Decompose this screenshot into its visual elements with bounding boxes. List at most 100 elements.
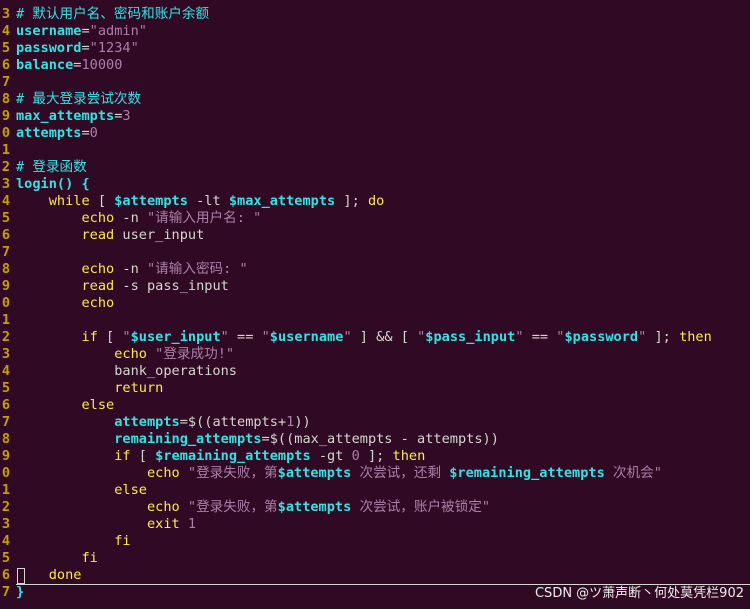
line-number: 4 (1, 533, 10, 549)
code-token: " (261, 329, 270, 345)
line-code: fi (16, 533, 131, 549)
code-line[interactable]: 9 if [ $remaining_attempts -gt 0 ]; then (0, 448, 750, 465)
code-line[interactable]: 1 (0, 142, 750, 159)
line-number: 0 (1, 465, 10, 481)
code-line[interactable]: 7 attempts=$((attempts+1)) (0, 414, 750, 431)
code-line[interactable]: 2 # 登录函数 (0, 159, 750, 176)
code-token: then (392, 448, 426, 464)
code-line[interactable]: 4 username="admin" (0, 23, 750, 40)
code-token: while (48, 193, 90, 209)
code-token: $attempts (277, 465, 352, 481)
code-line[interactable]: 3 login() { (0, 176, 750, 193)
code-token: [ (97, 329, 123, 345)
code-token: # 登录函数 (16, 159, 87, 175)
line-number: 8 (1, 91, 10, 107)
line-number: 3 (1, 516, 10, 532)
code-token: " (122, 329, 131, 345)
code-token: -lt (187, 193, 229, 209)
line-number: 2 (1, 159, 10, 175)
code-token: done (48, 567, 82, 583)
code-line[interactable]: 7 (0, 74, 750, 91)
code-line[interactable]: 6 balance=10000 (0, 57, 750, 74)
line-code: remaining_attempts=$((max_attempts - att… (16, 431, 499, 447)
code-token: max_attempts (16, 108, 115, 124)
code-token: do (367, 193, 385, 209)
code-line[interactable]: 3 exit 1 (0, 516, 750, 533)
code-line[interactable]: 8 remaining_attempts=$((max_attempts - a… (0, 431, 750, 448)
code-line[interactable]: 9 max_attempts=3 (0, 108, 750, 125)
code-editor[interactable]: 3 # 默认用户名、密码和账户余额 4 username="admin" 5 passwo… (0, 0, 750, 609)
code-line[interactable]: 1 else (0, 482, 750, 499)
line-code: attempts=0 (16, 125, 98, 141)
line-code: else (16, 397, 114, 413)
code-token: -s pass_input (114, 278, 229, 294)
code-token: attempts (16, 125, 82, 141)
code-line[interactable]: 5 return (0, 380, 750, 397)
code-line[interactable]: 5 echo -n "请输入用户名: " (0, 210, 750, 227)
code-line[interactable]: 3 # 默认用户名、密码和账户余额 (0, 6, 750, 23)
code-token: "请输入密码: " (146, 261, 248, 277)
code-token: read (81, 227, 115, 243)
code-token: $user_input (130, 329, 221, 345)
code-line[interactable]: 6 done (0, 567, 750, 584)
line-number: 5 (1, 210, 10, 226)
code-token: 次机会" (604, 465, 662, 481)
code-token: 0 (351, 448, 360, 464)
line-number: 6 (1, 567, 10, 583)
line-code: echo -n "请输入用户名: " (16, 210, 261, 226)
code-line[interactable]: 4 bank_operations (0, 363, 750, 380)
code-token: if (81, 329, 98, 345)
code-line[interactable]: 4 fi (0, 533, 750, 550)
code-line[interactable]: 8 # 最大登录尝试次数 (0, 91, 750, 108)
code-line[interactable]: 1 (0, 312, 750, 329)
code-line[interactable]: 9 read -s pass_input (0, 278, 750, 295)
code-line[interactable]: 8 echo -n "请输入密码: " (0, 261, 750, 278)
code-line[interactable]: 6 else (0, 397, 750, 414)
line-number: 5 (1, 380, 10, 396)
code-token: -n (114, 210, 147, 226)
code-line[interactable]: 0 echo (0, 295, 750, 312)
line-code: # 最大登录尝试次数 (16, 91, 141, 107)
code-line[interactable]: 4 while [ $attempts -lt $max_attempts ];… (0, 193, 750, 210)
line-code: fi (16, 550, 97, 566)
code-token: 1 (187, 516, 197, 532)
line-number: 9 (1, 448, 10, 464)
code-token: " (515, 329, 524, 345)
code-line[interactable]: 0 echo "登录失败，第$attempts 次尝试，还剩 $remainin… (0, 465, 750, 482)
code-token: else (114, 482, 147, 498)
line-code: max_attempts=3 (16, 108, 131, 124)
line-code: return (16, 380, 163, 396)
code-token: fi (114, 533, 131, 549)
line-code: done (16, 567, 82, 583)
code-line[interactable]: 7 (0, 244, 750, 261)
line-number: 1 (1, 312, 10, 328)
code-token: echo (81, 210, 115, 226)
code-line[interactable]: 0 attempts=0 (0, 125, 750, 142)
code-line[interactable]: 5 password="1234" (0, 40, 750, 57)
line-code: bank_operations (16, 363, 237, 379)
text-cursor (17, 568, 25, 584)
line-number: 1 (1, 142, 10, 158)
code-line[interactable]: 5 fi (0, 550, 750, 567)
code-token: $remaining_attempts (155, 448, 311, 464)
line-number: 4 (1, 23, 10, 39)
code-line[interactable]: 2 if [ "$user_input" == "$username" ] &&… (0, 329, 750, 346)
code-token: login() { (16, 176, 90, 192)
code-token: $username (269, 329, 344, 345)
code-line[interactable]: 6 read user_input (0, 227, 750, 244)
code-line[interactable]: 3 echo "登录成功!" (0, 346, 750, 363)
line-number: 6 (1, 397, 10, 413)
code-token: "登录成功!" (155, 346, 235, 362)
code-line[interactable]: 2 echo "登录失败，第$attempts 次尝试，账户被锁定" (0, 499, 750, 516)
code-token: user_input (114, 227, 205, 243)
line-number: 8 (1, 261, 10, 277)
